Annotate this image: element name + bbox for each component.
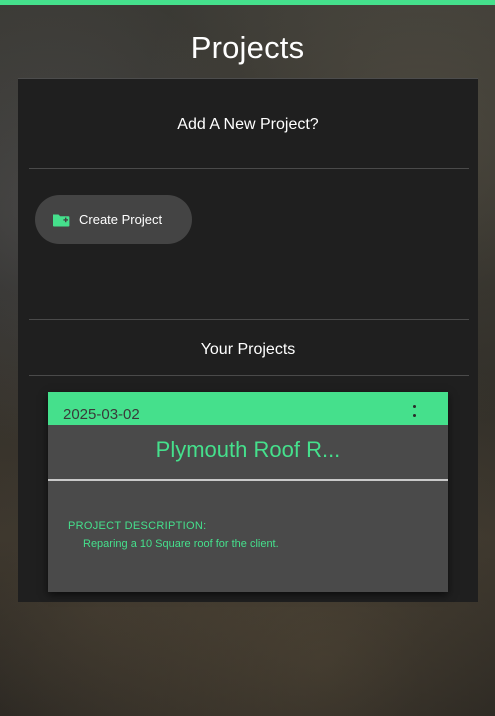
project-card[interactable]: 2025-03-02 Plymouth Roof R... PROJECT DE… (48, 392, 448, 592)
add-project-heading: Add A New Project? (177, 116, 319, 133)
top-accent-bar (0, 0, 495, 5)
project-description-label: PROJECT DESCRIPTION: (68, 520, 207, 532)
create-project-label: Create Project (79, 212, 163, 227)
project-date: 2025-03-02 (63, 406, 140, 423)
folder-plus-icon (52, 212, 70, 228)
projects-panel: Add A New Project? Create Project Your P… (18, 78, 478, 602)
page-title: Projects (190, 30, 305, 65)
project-title: Plymouth Roof R... (155, 437, 341, 462)
more-vertical-icon[interactable] (410, 405, 418, 417)
divider (29, 168, 469, 169)
divider (29, 319, 469, 320)
card-divider (48, 479, 448, 481)
create-project-button[interactable]: Create Project (35, 195, 192, 244)
your-projects-heading: Your Projects (200, 341, 296, 358)
divider (29, 375, 469, 376)
project-description: Reparing a 10 Square roof for the client… (83, 538, 279, 550)
